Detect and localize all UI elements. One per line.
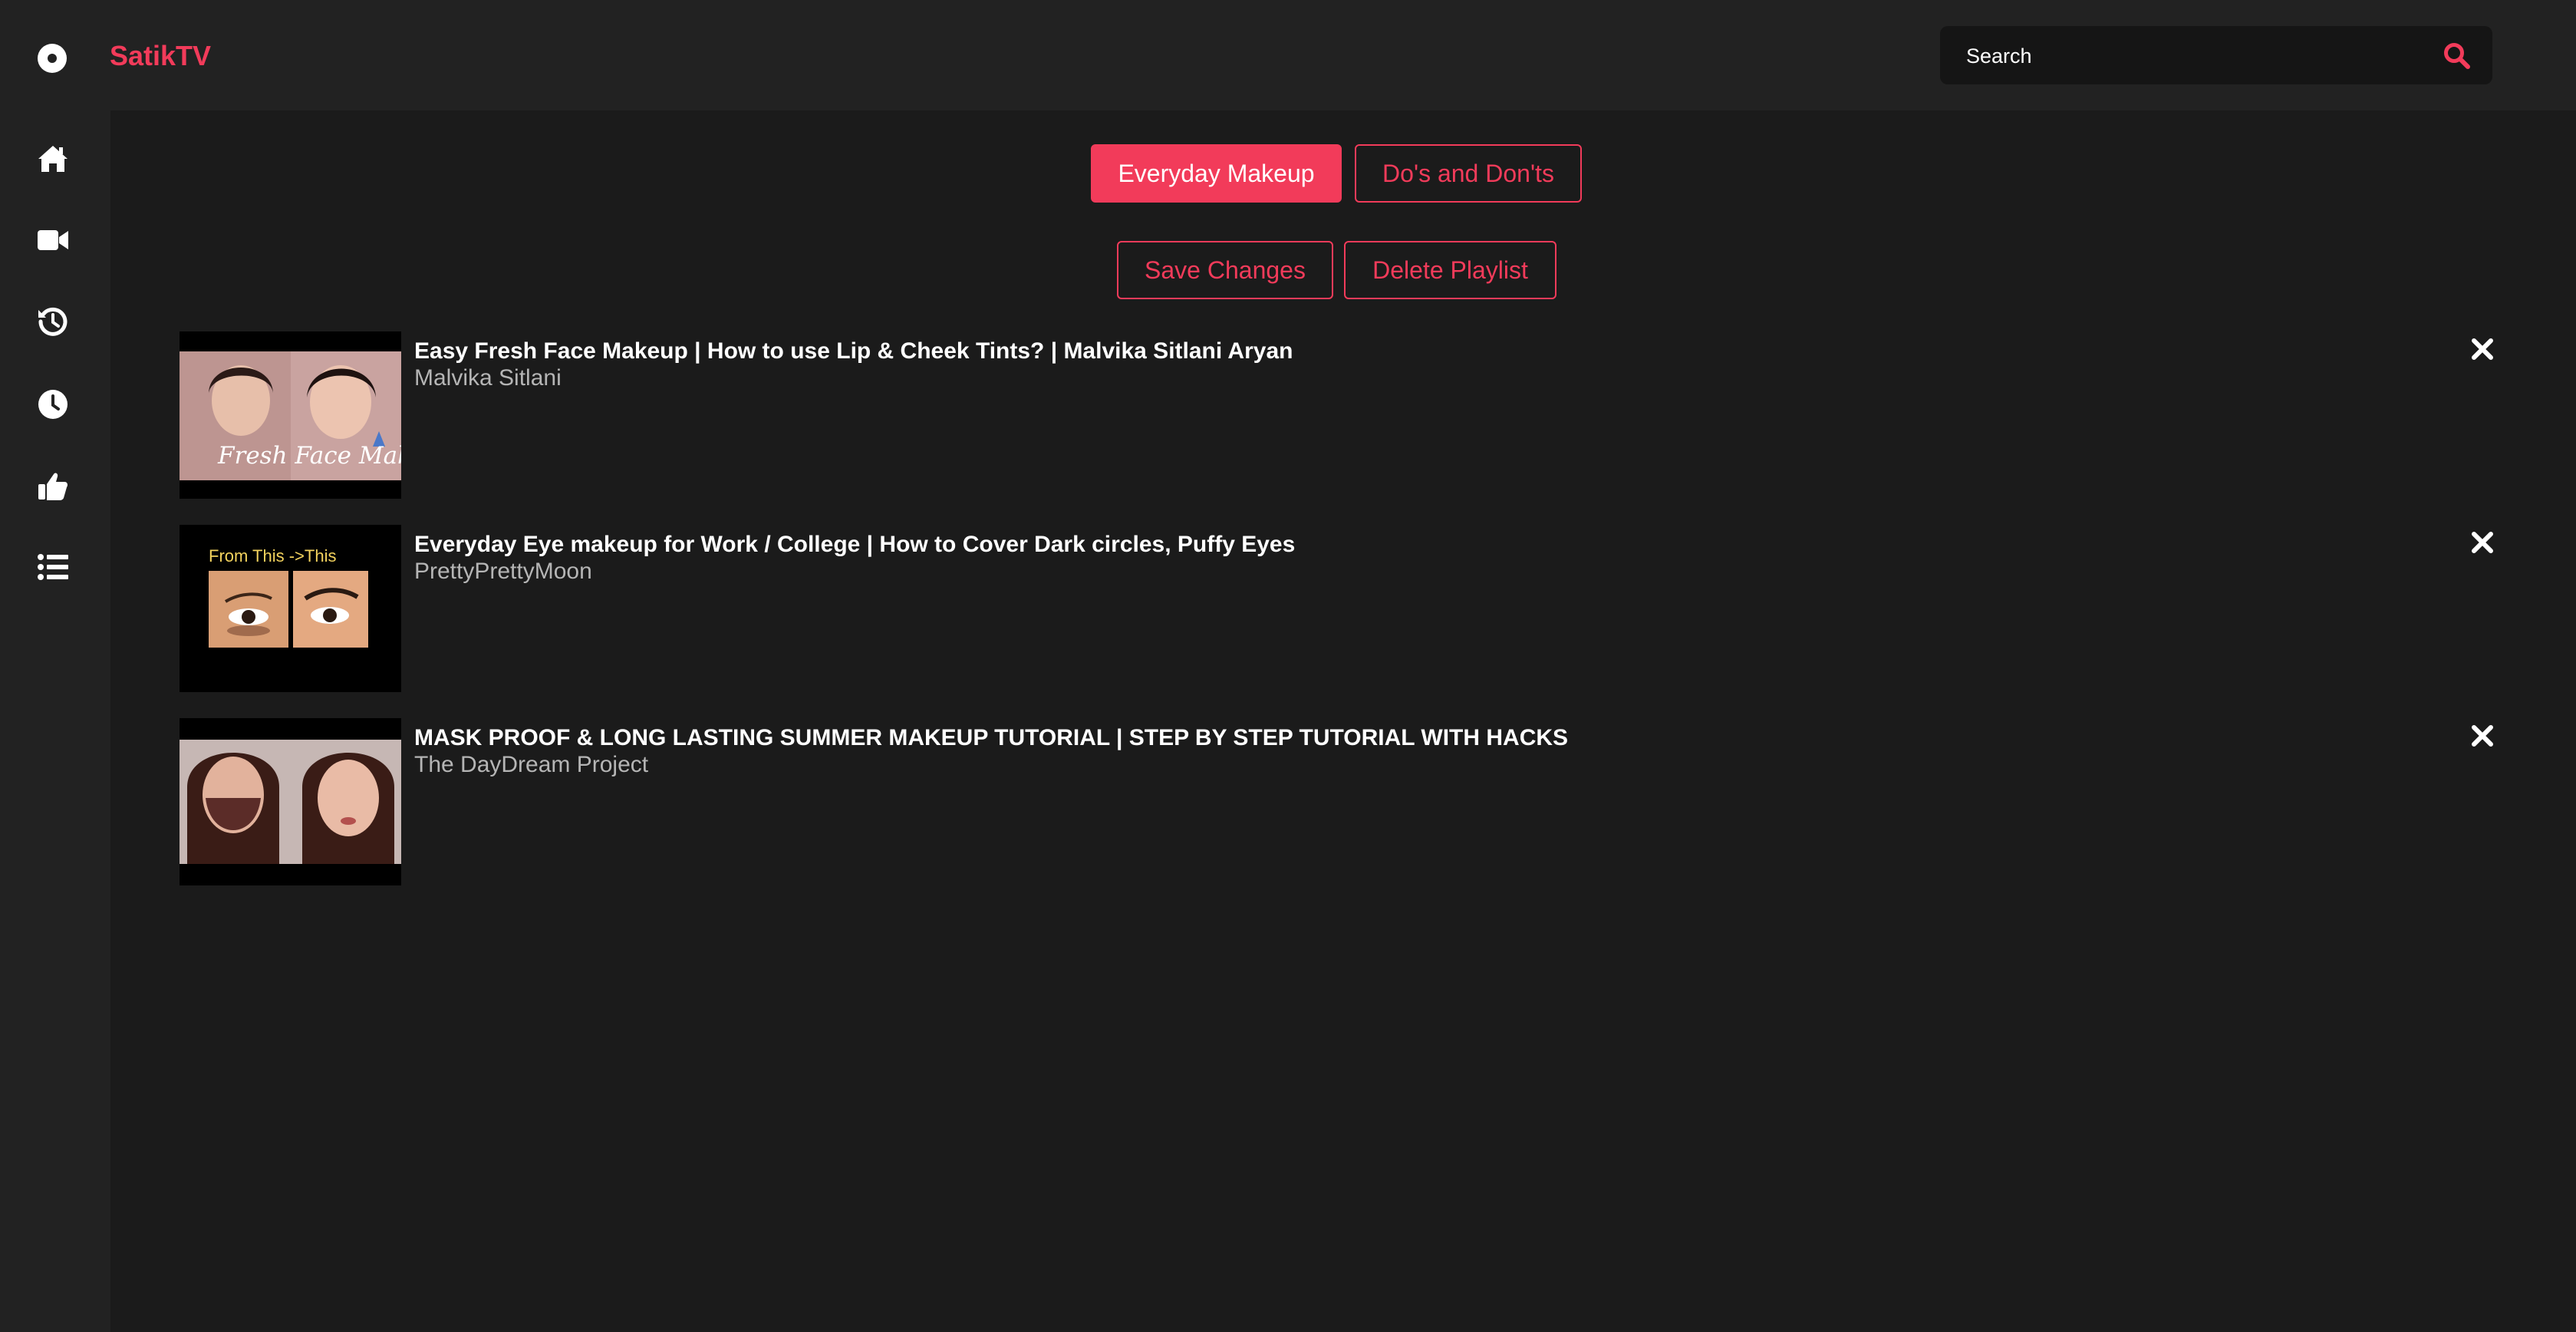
playlist-video-row[interactable]: Fresh Face Makeup Easy Fresh Face Makeup… bbox=[180, 331, 2504, 499]
tab-everyday-makeup[interactable]: Everyday Makeup bbox=[1091, 144, 1342, 203]
playlist-main: Everyday Makeup Do's and Don'ts Save Cha… bbox=[110, 110, 2576, 1332]
close-icon[interactable] bbox=[2471, 531, 2494, 554]
save-changes-button[interactable]: Save Changes bbox=[1117, 241, 1333, 299]
video-channel[interactable]: Malvika Sitlani bbox=[414, 364, 562, 392]
search-icon[interactable] bbox=[2443, 41, 2470, 69]
thumbs-up-icon[interactable] bbox=[37, 470, 69, 502]
list-icon[interactable] bbox=[37, 551, 69, 583]
history-icon[interactable] bbox=[37, 305, 69, 338]
video-title[interactable]: Everyday Eye makeup for Work / College |… bbox=[414, 531, 1295, 559]
search-input[interactable] bbox=[1965, 26, 2428, 86]
video-channel[interactable]: PrettyPrettyMoon bbox=[414, 558, 592, 585]
video-channel[interactable]: The DayDream Project bbox=[414, 751, 648, 779]
video-thumbnail[interactable] bbox=[180, 718, 401, 885]
close-icon[interactable] bbox=[2471, 724, 2494, 747]
video-title[interactable]: Easy Fresh Face Makeup | How to use Lip … bbox=[414, 338, 1293, 365]
clock-icon[interactable] bbox=[37, 388, 69, 420]
video-title[interactable]: MASK PROOF & LONG LASTING SUMMER MAKEUP … bbox=[414, 724, 1568, 752]
thumbnail-text: Fresh Face Makeup bbox=[217, 442, 401, 470]
home-icon[interactable] bbox=[37, 143, 69, 175]
sidebar bbox=[0, 110, 110, 1332]
app-title[interactable]: SatikTV bbox=[110, 38, 211, 74]
video-thumbnail[interactable]: From This ->This bbox=[180, 525, 401, 692]
thumbnail-text: From This ->This bbox=[209, 546, 336, 565]
playlist-video-row[interactable]: From This ->This Everyday Eye makeup for… bbox=[180, 525, 2504, 692]
video-camera-icon[interactable] bbox=[37, 224, 69, 256]
top-bar: SatikTV bbox=[0, 0, 2576, 110]
delete-playlist-button[interactable]: Delete Playlist bbox=[1344, 241, 1556, 299]
video-thumbnail[interactable]: Fresh Face Makeup bbox=[180, 331, 401, 499]
search-bar bbox=[1940, 26, 2492, 86]
close-icon[interactable] bbox=[2471, 338, 2494, 361]
playlist-video-row[interactable]: MASK PROOF & LONG LASTING SUMMER MAKEUP … bbox=[180, 718, 2504, 885]
tab-dos-and-donts[interactable]: Do's and Don'ts bbox=[1355, 144, 1582, 203]
disc-icon[interactable] bbox=[38, 44, 67, 73]
